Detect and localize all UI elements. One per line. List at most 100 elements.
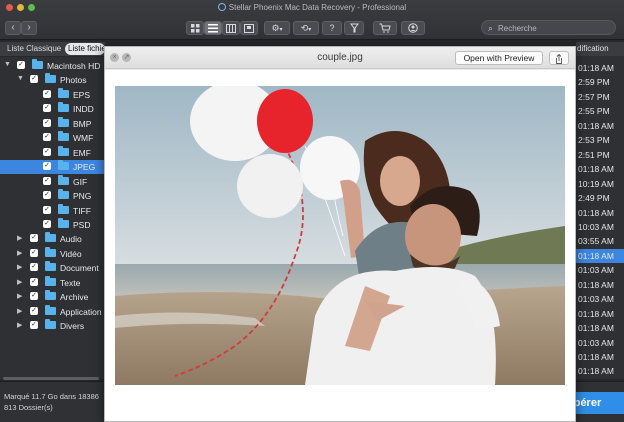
time-cell[interactable]: 10:03 AM [576,220,624,234]
checkbox[interactable]: ✓ [30,306,38,315]
history-button[interactable]: ⟲▾ [293,21,319,35]
tab-liste-classique[interactable]: Liste Classique [4,43,64,55]
checkbox[interactable]: ✓ [30,75,38,84]
disclosure-closed-icon[interactable]: ▶ [17,249,22,257]
tree-row[interactable]: ✓ EMF [0,145,105,160]
tree-row[interactable]: ▼ ✓ Macintosh HD [0,59,105,73]
tree-row[interactable]: ▶ ✓ Divers [0,319,105,333]
column-view-button[interactable] [222,21,240,35]
tree-row[interactable]: ▶ ✓ Audio [0,232,105,246]
time-cell[interactable]: 01:03 AM [576,263,624,277]
time-cell[interactable]: 2:55 PM [576,104,624,118]
tree-row[interactable]: ✓ WMF [0,131,105,145]
time-cell[interactable]: 03:55 AM [576,234,624,248]
disclosure-closed-icon[interactable]: ▶ [17,234,22,242]
disclosure-open-icon[interactable]: ▼ [17,75,24,82]
checkbox[interactable]: ✓ [43,191,51,200]
time-cell[interactable]: 01:03 AM [576,292,624,306]
checkbox[interactable]: ✓ [43,205,51,214]
checkbox[interactable]: ✓ [30,234,38,243]
checkbox[interactable]: ✓ [30,321,38,330]
folder-icon [58,189,69,200]
settings-button[interactable]: ⚙▾ [264,21,290,35]
checkbox[interactable]: ✓ [43,89,51,98]
preview-title-bar: × ↗ couple.jpg Open with Preview [105,47,575,69]
forward-button[interactable]: › [21,21,37,35]
checkbox[interactable]: ✓ [30,248,38,257]
back-button[interactable]: ‹ [5,21,21,35]
tree-row[interactable]: ▶ ✓ Document [0,261,105,275]
disclosure-open-icon[interactable]: ▼ [4,61,11,68]
cart-button[interactable] [373,21,397,35]
tree-row[interactable]: ✓ PSD [0,217,105,232]
time-cell[interactable]: 01:03 AM [576,336,624,350]
checkbox[interactable]: ✓ [43,118,51,127]
checkbox[interactable]: ✓ [43,176,51,185]
account-button[interactable] [401,21,425,35]
time-cell[interactable]: 01:18 AM [576,162,624,176]
disclosure-closed-icon[interactable]: ▶ [17,292,22,300]
checkbox[interactable]: ✓ [43,162,51,171]
tree-row[interactable]: ▼ ✓ Photos [0,73,105,87]
time-cell[interactable]: 10:19 AM [576,177,624,191]
time-cell[interactable]: 01:18 AM [576,278,624,292]
checkbox[interactable]: ✓ [30,263,38,272]
share-button[interactable] [549,51,569,65]
checkbox[interactable]: ✓ [43,147,51,156]
help-button[interactable]: ? [322,21,342,35]
modification-column: dification 01:18 AM 2:59 PM 2:57 PM 2:55 PM… [576,42,624,379]
tree-row-label: Archive [60,292,89,303]
filter-button[interactable] [344,21,364,35]
tree-row[interactable]: ✓ GIF [0,174,105,189]
time-cell[interactable]: 01:18 AM [576,248,624,263]
coverflow-view-button[interactable] [240,21,258,35]
tree-row[interactable]: ✓ JPEG [0,160,105,175]
search-input[interactable] [498,22,610,34]
checkbox[interactable]: ✓ [43,104,51,113]
tree-row[interactable]: ▶ ✓ Texte [0,275,105,290]
folder-icon [45,232,56,243]
checkbox[interactable]: ✓ [43,133,51,142]
tree-row-label: Texte [60,277,81,288]
time-cell[interactable]: 01:18 AM [576,119,624,133]
tree-row[interactable]: ✓ INDD [0,102,105,116]
checkbox[interactable]: ✓ [30,292,38,301]
checkbox[interactable]: ✓ [30,277,38,286]
time-cell[interactable]: 2:59 PM [576,75,624,89]
disclosure-closed-icon[interactable]: ▶ [17,278,22,286]
time-cell[interactable]: 2:49 PM [576,191,624,205]
tree-row[interactable]: ✓ PNG [0,189,105,203]
time-cell[interactable]: 01:18 AM [576,307,624,321]
column-header-modification[interactable]: dification [576,42,624,56]
time-cell[interactable]: 2:53 PM [576,133,624,147]
tree-horizontal-scrollbar[interactable] [3,377,99,380]
share-icon [556,53,562,64]
time-cell[interactable]: 01:18 AM [576,321,624,335]
list-view-button[interactable] [204,21,222,35]
tree-row-label: INDD [73,104,94,115]
tree-row[interactable]: ▶ ✓ Archive [0,290,105,304]
time-cell[interactable]: 01:18 AM [576,206,624,220]
search-box[interactable]: ⌕ [481,20,616,35]
tree-row[interactable]: ▶ ✓ Application [0,304,105,319]
open-with-preview-button[interactable]: Open with Preview [455,51,543,65]
time-cell[interactable]: 01:18 AM [576,61,624,75]
tree-row[interactable]: ✓ BMP [0,116,105,131]
disclosure-closed-icon[interactable]: ▶ [17,263,22,271]
time-cell[interactable]: 2:51 PM [576,148,624,162]
disclosure-closed-icon[interactable]: ▶ [17,321,22,329]
tree-row[interactable]: ▶ ✓ Vidéo [0,246,105,261]
tab-liste-fichiers[interactable]: Liste fichiers [65,43,105,55]
checkbox[interactable]: ✓ [17,61,25,69]
help-icon: ? [329,23,335,33]
tree-row[interactable]: ✓ TIFF [0,203,105,218]
time-cell[interactable]: 2:57 PM [576,90,624,104]
grid-view-button[interactable] [186,21,204,35]
tree-row[interactable]: ✓ EPS [0,87,105,102]
window-title: Stellar Phoenix Mac Data Recovery - Prof… [0,3,624,12]
checkbox[interactable]: ✓ [43,219,51,228]
time-cell[interactable]: 01:18 AM [576,364,624,378]
tree-row-label: Divers [60,321,85,332]
disclosure-closed-icon[interactable]: ▶ [17,307,22,315]
time-cell[interactable]: 01:18 AM [576,350,624,364]
